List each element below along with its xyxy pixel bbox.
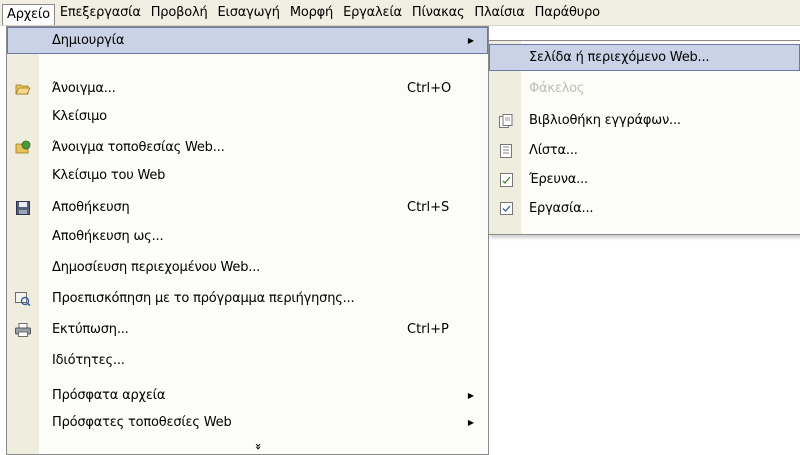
submenu-item-list[interactable]: Λίστα... [489,137,800,164]
menu-item-label: Δημιουργία [52,33,125,48]
menu-item-properties[interactable]: Ιδιότητες... [7,347,488,374]
submenu-item-task[interactable]: Εργασία... [489,195,800,222]
menu-item-publish[interactable]: Δημοσίευση περιεχομένου Web... [7,254,488,281]
submenu-arrow-icon: ▶ [467,418,474,427]
menu-frames[interactable]: Πλαίσια [469,3,529,23]
file-menu-dropdown: Δημιουργία ▶ Άνοιγμα... Ctrl+O Κλείσιμο … [6,26,489,455]
menu-tools[interactable]: Εργαλεία [338,3,407,23]
menu-item-label: Εκτύπωση... [52,322,129,337]
document-library-icon [498,113,514,129]
menu-item-close[interactable]: Κλείσιμο [7,103,488,130]
survey-icon [498,172,514,188]
shortcut-text: Ctrl+O [407,81,452,96]
expand-menu-chevron-icon[interactable]: » [252,443,265,450]
submenu-item-document-library[interactable]: Βιβλιοθήκη εγγράφων... [489,107,800,134]
task-icon [498,201,514,217]
open-web-icon [15,140,31,156]
submenu-item-survey[interactable]: Έρευνα... [489,166,800,193]
menu-item-label: Ιδιότητες... [52,353,125,368]
menu-insert[interactable]: Εισαγωγή [212,3,284,23]
floppy-disk-icon [15,200,31,216]
menu-item-label: Αποθήκευση [52,200,130,215]
menu-item-save-as[interactable]: Αποθήκευση ως... [7,223,488,250]
menu-item-label: Αποθήκευση ως... [52,229,164,244]
new-submenu: Σελίδα ή περιεχόμενο Web... Φάκελος Βιβλ… [488,40,800,235]
menu-item-preview[interactable]: Προεπισκόπηση με το πρόγραμμα περιήγησης… [7,285,488,312]
menu-item-label: Λίστα... [529,143,578,158]
menu-item-label: Δημοσίευση περιεχομένου Web... [52,260,261,275]
menu-item-label: Πρόσφατες τοποθεσίες Web [52,415,232,430]
menu-item-print[interactable]: Εκτύπωση... Ctrl+P [7,316,488,343]
menu-item-label: Έρευνα... [529,172,588,187]
menu-item-label: Προεπισκόπηση με το πρόγραμμα περιήγησης… [52,291,355,306]
submenu-arrow-icon: ▶ [467,36,474,45]
menu-item-label: Πρόσφατα αρχεία [52,388,166,403]
menu-item-open[interactable]: Άνοιγμα... Ctrl+O [7,75,488,102]
browser-preview-icon [15,291,31,307]
list-icon [498,143,514,159]
menu-item-label: Εργασία... [529,201,594,216]
shortcut-text: Ctrl+P [407,322,449,337]
submenu-arrow-icon: ▶ [467,391,474,400]
shortcut-text: Ctrl+S [407,200,450,215]
menu-item-label: Άνοιγμα... [52,81,116,96]
menu-item-label: Σελίδα ή περιεχόμενο Web... [529,50,710,65]
menu-edit[interactable]: Επεξεργασία [55,3,146,23]
printer-icon [15,322,31,338]
menu-bar: Αρχείο Επεξεργασία Προβολή Εισαγωγή Μορφ… [0,0,800,26]
menu-item-new[interactable]: Δημιουργία ▶ [7,27,488,54]
menu-view[interactable]: Προβολή [146,3,213,23]
menu-file[interactable]: Αρχείο [2,4,55,25]
menu-item-save[interactable]: Αποθήκευση Ctrl+S [7,194,488,221]
menu-item-open-web[interactable]: Άνοιγμα τοποθεσίας Web... [7,134,488,161]
menu-item-close-web[interactable]: Κλείσιμο του Web [7,162,488,189]
submenu-item-folder: Φάκελος [489,75,800,102]
menu-window[interactable]: Παράθυρο [530,3,605,23]
menu-item-label: Κλείσιμο του Web [52,168,166,183]
menu-item-label: Άνοιγμα τοποθεσίας Web... [52,140,225,155]
menu-item-label: Βιβλιοθήκη εγγράφων... [529,113,681,128]
menu-item-label: Φάκελος [529,81,585,96]
submenu-item-web-page[interactable]: Σελίδα ή περιεχόμενο Web... [489,44,800,71]
menu-format[interactable]: Μορφή [285,3,338,23]
menu-item-recent-files[interactable]: Πρόσφατα αρχεία ▶ [7,382,488,409]
menu-table[interactable]: Πίνακας [407,3,469,23]
menu-item-label: Κλείσιμο [52,109,107,124]
menu-item-recent-sites[interactable]: Πρόσφατες τοποθεσίες Web ▶ [7,409,488,436]
open-folder-icon [15,81,31,97]
